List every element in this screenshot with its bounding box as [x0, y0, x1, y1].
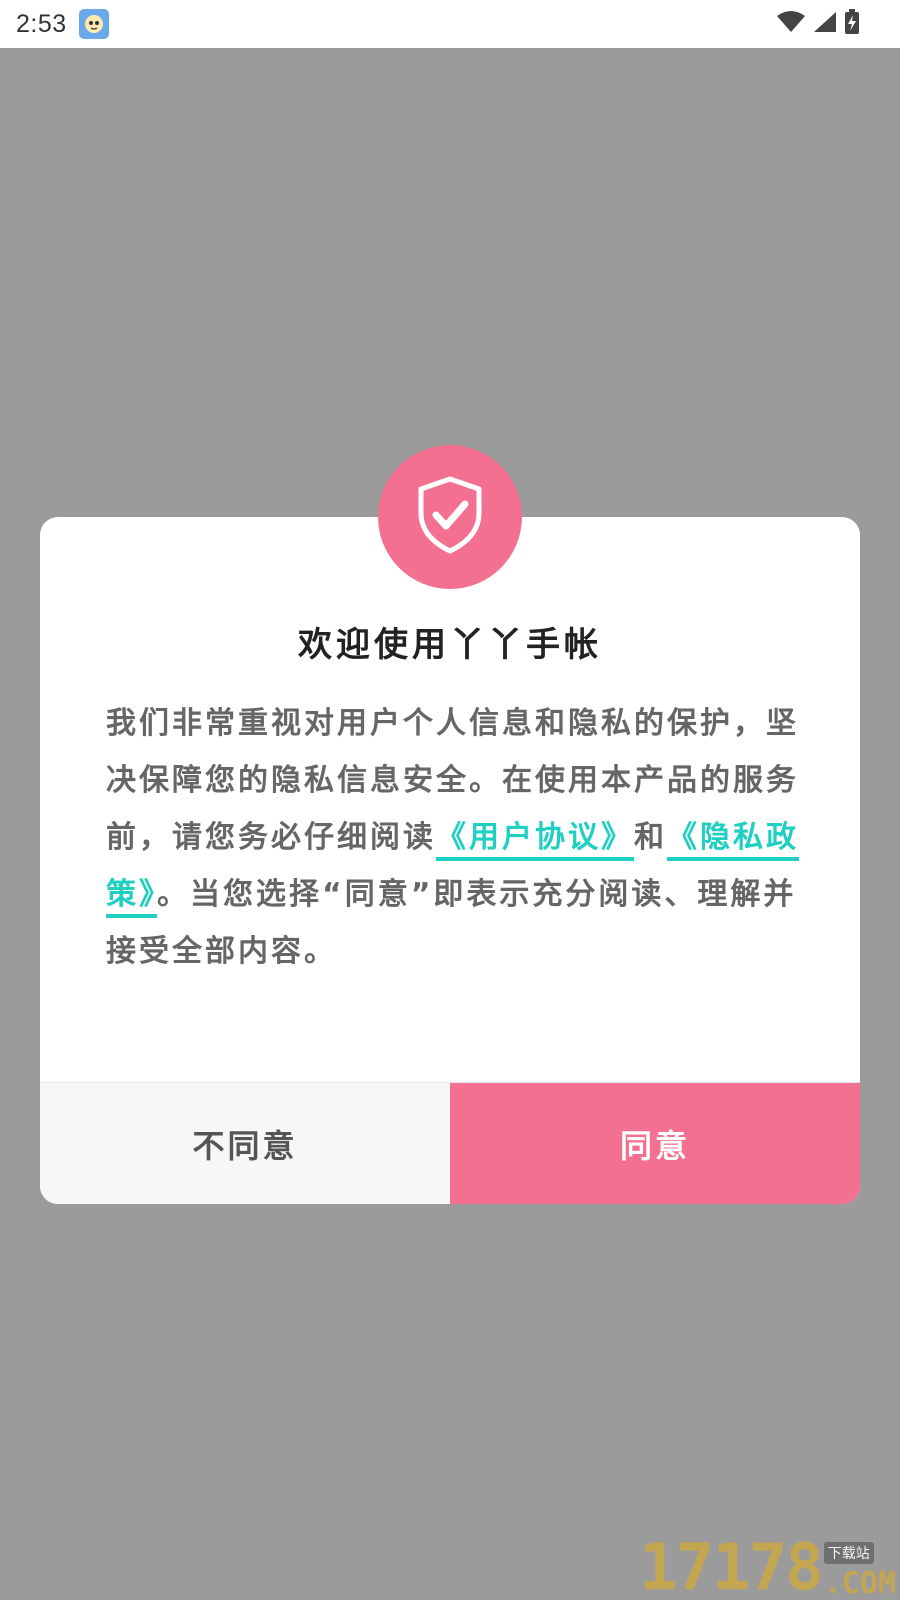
dialog-body: 我们非常重视对用户个人信息和隐私的保护，坚决保障您的隐私信息安全。在使用本产品的… — [106, 695, 806, 980]
body-text-and: 和 — [634, 820, 667, 855]
status-time: 2:53 — [16, 9, 67, 38]
shield-check-icon — [415, 475, 485, 559]
user-agreement-link[interactable]: 《用户协议》 — [436, 820, 634, 861]
app-avatar-icon — [78, 9, 109, 39]
watermark-tag: 下载站 — [823, 1542, 874, 1564]
wifi-icon — [776, 10, 806, 38]
dialog-title: 欢迎使用丫丫手帐 — [298, 625, 602, 665]
agree-button[interactable]: 同意 — [450, 1083, 860, 1204]
shield-badge — [378, 445, 522, 589]
watermark-number: 17178 — [639, 1531, 824, 1600]
privacy-dialog: 欢迎使用丫丫手帐 我们非常重视对用户个人信息和隐私的保护，坚决保障您的隐私信息安… — [40, 517, 860, 1204]
watermark-side: 下载站 .COM — [823, 1542, 896, 1600]
battery-charging-icon — [844, 9, 860, 39]
body-text-part2: 。当您选择“同意”即表示充分阅读、理解并接受全部内容。 — [106, 877, 797, 969]
watermark-domain: .COM — [823, 1566, 896, 1600]
cell-signal-icon — [812, 10, 838, 38]
dialog-button-row: 不同意 同意 — [40, 1082, 860, 1204]
status-icons — [776, 0, 860, 48]
status-bar: 2:53 — [0, 0, 900, 48]
disagree-button[interactable]: 不同意 — [40, 1083, 450, 1204]
site-watermark: 17178 下载站 .COM — [639, 1536, 896, 1600]
